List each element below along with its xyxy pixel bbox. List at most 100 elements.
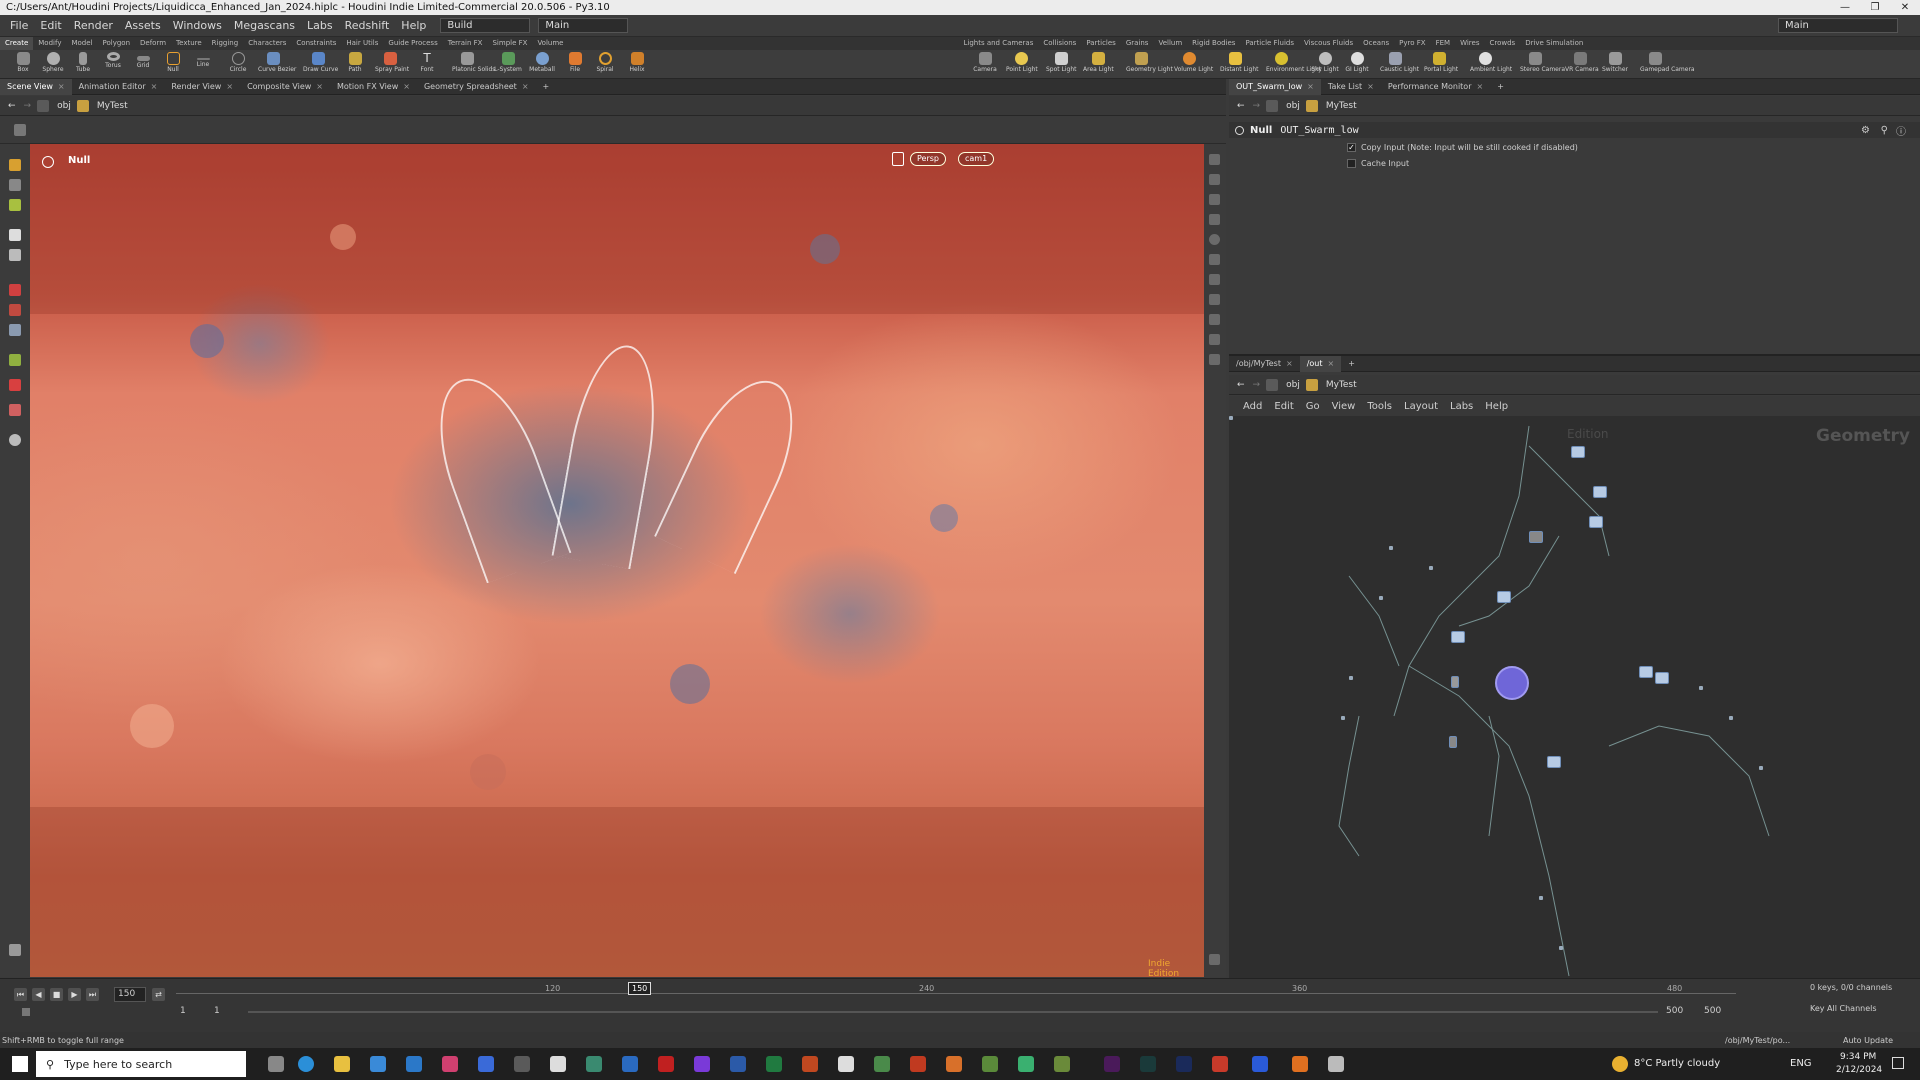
shelf-tab-polygon[interactable]: Polygon bbox=[98, 37, 136, 50]
normals-icon[interactable] bbox=[1209, 294, 1220, 305]
network-node[interactable] bbox=[1451, 631, 1465, 643]
camera-view-icon[interactable] bbox=[9, 434, 21, 446]
close-icon[interactable]: × bbox=[1367, 82, 1374, 91]
menu-windows[interactable]: Windows bbox=[167, 19, 228, 32]
tool-gamepad-camera[interactable]: Gamepad Camera bbox=[1640, 50, 1695, 79]
network-node[interactable] bbox=[1593, 486, 1607, 498]
tab-scene-view[interactable]: Scene View × bbox=[0, 78, 72, 95]
clock-time[interactable]: 9:34 PM bbox=[1840, 1052, 1876, 1062]
add-tab-icon[interactable]: + bbox=[1490, 79, 1511, 95]
app-icon[interactable] bbox=[1018, 1056, 1034, 1072]
minimize-icon[interactable]: — bbox=[1830, 0, 1860, 15]
scene-viewport[interactable]: Null Persp cam1 Indie Edition bbox=[30, 144, 1204, 977]
rotate-icon[interactable] bbox=[9, 304, 21, 316]
shelf-tab-deform[interactable]: Deform bbox=[135, 37, 171, 50]
network-menu-edit[interactable]: Edit bbox=[1274, 401, 1293, 412]
painter-icon[interactable] bbox=[1140, 1056, 1156, 1072]
network-node[interactable] bbox=[1429, 566, 1433, 570]
network-menu-tools[interactable]: Tools bbox=[1367, 401, 1392, 412]
shelf-tab-oceans[interactable]: Oceans bbox=[1358, 37, 1394, 50]
uv-icon[interactable] bbox=[1209, 334, 1220, 345]
app-icon[interactable] bbox=[694, 1056, 710, 1072]
pose-icon[interactable] bbox=[9, 354, 21, 366]
path-node[interactable]: MyTest bbox=[97, 101, 128, 111]
tool-sphere[interactable]: Sphere bbox=[38, 50, 68, 79]
current-frame-field[interactable]: 150 bbox=[114, 987, 146, 1002]
tool-l-system[interactable]: L-System bbox=[493, 50, 523, 79]
network-menu-labs[interactable]: Labs bbox=[1450, 401, 1473, 412]
right-desktop-select[interactable]: Main bbox=[1778, 18, 1898, 33]
ruler-icon[interactable] bbox=[9, 944, 21, 956]
magnet-icon[interactable] bbox=[9, 379, 21, 391]
playhead-marker[interactable]: 150 bbox=[628, 982, 652, 995]
tool-spray-paint[interactable]: Spray Paint bbox=[375, 50, 409, 79]
network-node[interactable] bbox=[1341, 716, 1345, 720]
stop-icon[interactable]: ■ bbox=[50, 988, 63, 1001]
key-all-channels-button[interactable]: Key All Channels bbox=[1810, 1004, 1877, 1013]
weather-text[interactable]: 8°C Partly cloudy bbox=[1634, 1058, 1720, 1069]
shelf-tab-texture[interactable]: Texture bbox=[171, 37, 207, 50]
network-node[interactable] bbox=[1759, 766, 1763, 770]
app-icon[interactable] bbox=[874, 1056, 890, 1072]
close-icon[interactable]: × bbox=[1286, 359, 1293, 368]
range-start-field[interactable]: 1 bbox=[180, 1006, 186, 1016]
network-menu-layout[interactable]: Layout bbox=[1404, 401, 1438, 412]
network-editor[interactable]: Geometry Edition bbox=[1229, 416, 1920, 978]
app-icon[interactable] bbox=[910, 1056, 926, 1072]
tool-draw-curve[interactable]: Draw Curve bbox=[303, 50, 338, 79]
tool-metaball[interactable]: Metaball bbox=[527, 50, 557, 79]
close-icon[interactable]: × bbox=[226, 82, 233, 91]
network-menu-add[interactable]: Add bbox=[1243, 401, 1262, 412]
tool-circle[interactable]: Circle bbox=[223, 50, 253, 79]
shelf-tab-terrain-fx[interactable]: Terrain FX bbox=[443, 37, 488, 50]
lock-icon[interactable] bbox=[9, 249, 21, 261]
network-node[interactable] bbox=[1229, 416, 1233, 420]
close-icon[interactable]: × bbox=[151, 82, 158, 91]
forward-arrow-icon[interactable]: → bbox=[1253, 101, 1261, 111]
menu-file[interactable]: File bbox=[4, 19, 34, 32]
path-obj[interactable]: obj bbox=[57, 101, 71, 111]
menu-help[interactable]: Help bbox=[395, 19, 432, 32]
xd-icon[interactable] bbox=[1104, 1056, 1120, 1072]
range-slider[interactable] bbox=[248, 1011, 1658, 1013]
back-arrow-icon[interactable]: ← bbox=[1237, 380, 1245, 390]
tool-caustic-light[interactable]: Caustic Light bbox=[1380, 50, 1419, 79]
word-icon[interactable] bbox=[730, 1056, 746, 1072]
close-icon[interactable]: × bbox=[1307, 82, 1314, 91]
tool-file[interactable]: File bbox=[560, 50, 590, 79]
tab-performance-monitor[interactable]: Performance Monitor × bbox=[1381, 79, 1490, 95]
add-tab-icon[interactable]: + bbox=[1341, 356, 1362, 372]
close-icon[interactable]: ✕ bbox=[1890, 0, 1920, 15]
network-node[interactable] bbox=[1729, 716, 1733, 720]
tab-motion-fx-view[interactable]: Motion FX View × bbox=[330, 79, 417, 95]
acrobat-icon[interactable] bbox=[658, 1056, 674, 1072]
tool-platonic-solids[interactable]: Platonic Solids bbox=[452, 50, 495, 79]
shelf-tab-drive-simulation[interactable]: Drive Simulation bbox=[1520, 37, 1588, 50]
tool-line[interactable]: Line bbox=[188, 50, 218, 79]
shelf-tab-collisions[interactable]: Collisions bbox=[1038, 37, 1081, 50]
task-view-icon[interactable] bbox=[268, 1056, 284, 1072]
tool-box[interactable]: Box bbox=[8, 50, 38, 79]
tab-render-view[interactable]: Render View × bbox=[164, 79, 240, 95]
weather-icon[interactable] bbox=[1612, 1056, 1628, 1072]
app-icon[interactable] bbox=[1252, 1056, 1268, 1072]
network-node[interactable] bbox=[1547, 756, 1561, 768]
menu-labs[interactable]: Labs bbox=[301, 19, 339, 32]
tool-path[interactable]: Path bbox=[340, 50, 370, 79]
tool-torus[interactable]: Torus bbox=[98, 50, 128, 79]
timeline-track[interactable] bbox=[176, 993, 1736, 994]
status-path[interactable]: /obj/MyTest/po... bbox=[1725, 1036, 1790, 1045]
shelf-tab-constraints[interactable]: Constraints bbox=[291, 37, 341, 50]
camera-menu[interactable]: cam1 bbox=[958, 152, 995, 166]
snap-icon[interactable] bbox=[9, 404, 21, 416]
shelf-tab-wires[interactable]: Wires bbox=[1455, 37, 1484, 50]
tool-grid[interactable]: Grid bbox=[128, 50, 158, 79]
houdini-icon[interactable] bbox=[1292, 1056, 1308, 1072]
network-node[interactable] bbox=[1451, 676, 1459, 688]
close-icon[interactable]: × bbox=[1477, 82, 1484, 91]
tool-vr-camera[interactable]: VR Camera bbox=[1565, 50, 1599, 79]
shelf-tab-simple-fx[interactable]: Simple FX bbox=[487, 37, 532, 50]
tab-network-mytest[interactable]: /obj/MyTest × bbox=[1229, 356, 1300, 372]
search-icon[interactable]: ⚲ bbox=[1881, 125, 1888, 136]
tool-volume-light[interactable]: Volume Light bbox=[1174, 50, 1213, 79]
